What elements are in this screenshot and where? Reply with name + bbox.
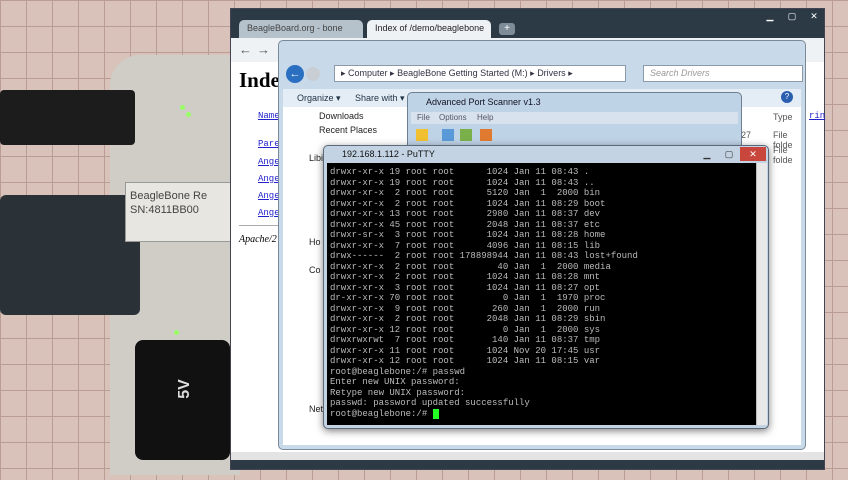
power-connector: 5V xyxy=(135,340,230,460)
back-icon[interactable]: ← xyxy=(286,65,304,83)
terminal-line: drwxr-sr-x 3 root root 1024 Jan 11 08:28… xyxy=(330,230,606,240)
terminal-line: dr-xr-xr-x 70 root root 0 Jan 1 1970 pro… xyxy=(330,293,606,303)
terminal-line: Retype new UNIX password: xyxy=(330,387,466,398)
terminal-line: drwxrwxrwt 7 root root 140 Jan 11 08:37 … xyxy=(330,335,601,345)
terminal-line: drwxr-xr-x 19 root root 1024 Jan 11 08:4… xyxy=(330,167,590,177)
terminal-line: drwxr-xr-x 2 root root 1024 Jan 11 08:28… xyxy=(330,272,601,282)
new-tab-button[interactable]: + xyxy=(499,23,515,35)
scanner-title: Advanced Port Scanner v1.3 xyxy=(426,97,541,107)
terminal-line: drwxr-xr-x 2 root root 40 Jan 1 2000 med… xyxy=(330,261,611,272)
terminal-line: drwxr-xr-x 2 root root 5120 Jan 1 2000 b… xyxy=(330,188,601,198)
terminal-line: drwxr-xr-x 45 root root 2048 Jan 11 08:3… xyxy=(330,219,601,230)
terminal-cursor xyxy=(432,408,439,419)
column-link[interactable]: rin xyxy=(809,111,825,121)
help-icon[interactable]: ? xyxy=(781,91,793,103)
usb-cable xyxy=(0,90,135,145)
name-column-link[interactable]: Name xyxy=(258,111,280,121)
vertical-scrollbar[interactable] xyxy=(756,163,767,425)
terminal-line: root@beaglebone:/# passwd xyxy=(330,366,466,377)
stop-icon[interactable] xyxy=(480,129,492,141)
terminal-prompt-line: root@beaglebone:/# xyxy=(330,408,753,420)
address-bar[interactable]: ▸ Computer ▸ BeagleBone Getting Started … xyxy=(334,65,626,82)
share-with-button[interactable]: Share with ▾ xyxy=(355,93,405,104)
led xyxy=(186,112,191,117)
maximize-button[interactable]: ▢ xyxy=(718,147,740,161)
nav-downloads[interactable]: Downloads xyxy=(319,111,364,121)
terminal-line: drwxr-xr-x 13 root root 2980 Jan 11 08:3… xyxy=(330,209,601,219)
type-column-header[interactable]: Type xyxy=(773,112,793,122)
maximize-button[interactable]: ▢ xyxy=(781,9,803,23)
serial-number: SN:4811BB00 xyxy=(130,204,199,216)
led xyxy=(174,330,179,335)
menu-file[interactable]: File xyxy=(417,113,430,122)
terminal-line: drwxr-xr-x 9 root root 260 Jan 1 2000 ru… xyxy=(330,303,601,314)
row-date: 27 xyxy=(741,130,752,140)
forward-icon[interactable] xyxy=(306,67,320,81)
back-icon[interactable]: ← xyxy=(239,42,252,57)
terminal-line: passwd: password updated successfully xyxy=(330,398,530,408)
menu-options[interactable]: Options xyxy=(439,113,467,122)
nav-libraries[interactable]: Libi xyxy=(309,153,323,163)
terminal-line: drwxr-xr-x 2 root root 1024 Jan 11 08:29… xyxy=(330,198,606,209)
scan-icon[interactable] xyxy=(460,129,472,141)
file-link[interactable]: Ange xyxy=(258,174,280,184)
led xyxy=(180,105,185,110)
close-button[interactable]: ✕ xyxy=(740,147,766,161)
tab-index[interactable]: Index of /demo/beaglebone xyxy=(367,20,491,38)
terminal-line: Enter new UNIX password: xyxy=(330,377,460,387)
breadcrumb-drive[interactable]: BeagleBone Getting Started (M:) xyxy=(397,68,528,78)
breadcrumb-drivers[interactable]: Drivers xyxy=(537,68,566,78)
terminal-line: drwxr-xr-x 11 root root 1024 Nov 20 17:4… xyxy=(330,345,601,356)
nav-network[interactable]: Net xyxy=(309,404,323,414)
file-link[interactable]: Ange xyxy=(258,208,280,218)
tab-beagleboard[interactable]: BeagleBoard.org - bone xyxy=(239,20,363,38)
putty-window: 192.168.1.112 - PuTTY ▁ ▢ ✕ drwxr-xr-x 1… xyxy=(323,145,769,429)
putty-title: 192.168.1.112 - PuTTY xyxy=(342,149,435,159)
ethernet-cable xyxy=(0,195,140,315)
nav-homegroup[interactable]: Ho xyxy=(309,237,321,247)
terminal-line: drwxr-xr-x 2 root root 2048 Jan 11 08:29… xyxy=(330,314,606,324)
terminal-line: drwx------ 2 root root 178898944 Jan 11 … xyxy=(330,251,638,261)
terminal-line: drwxr-xr-x 3 root root 1024 Jan 11 08:27… xyxy=(330,282,601,293)
forward-icon[interactable]: → xyxy=(257,42,270,57)
scan-icon[interactable] xyxy=(442,129,454,141)
terminal-line: drwxr-xr-x 7 root root 4096 Jan 11 08:15… xyxy=(330,240,601,251)
horizontal-scrollbar[interactable] xyxy=(231,452,824,460)
parent-link[interactable]: Pare xyxy=(258,139,280,149)
nav-computer[interactable]: Co xyxy=(309,265,321,275)
organize-button[interactable]: Organize ▾ xyxy=(297,93,341,104)
search-input[interactable]: Search Drivers xyxy=(643,65,803,82)
menu-help[interactable]: Help xyxy=(477,113,493,122)
row-type: File folde xyxy=(773,145,793,165)
server-footer: Apache/2 xyxy=(239,234,277,245)
close-button[interactable]: ✕ xyxy=(803,9,825,23)
nav-recent-places[interactable]: Recent Places xyxy=(319,125,377,135)
board-label-text: BeagleBone Re xyxy=(130,190,208,202)
minimize-button[interactable]: ▁ xyxy=(759,9,781,23)
board-label: BeagleBone Re SN:4811BB00 xyxy=(125,182,235,242)
divider xyxy=(239,225,279,226)
terminal-line: drwxr-xr-x 12 root root 0 Jan 1 2000 sys xyxy=(330,324,601,335)
file-link[interactable]: Ange xyxy=(258,157,280,167)
page-heading: Inde xyxy=(239,68,280,92)
breadcrumb-computer[interactable]: Computer xyxy=(348,68,388,78)
file-link[interactable]: Ange xyxy=(258,191,280,201)
power-label: 5V xyxy=(175,379,193,399)
minimize-button[interactable]: ▁ xyxy=(696,147,718,161)
port-scanner-window: Advanced Port Scanner v1.3 File Options … xyxy=(407,92,742,152)
terminal-line: drwxr-xr-x 12 root root 1024 Jan 11 08:1… xyxy=(330,356,601,366)
terminal[interactable]: drwxr-xr-x 19 root root 1024 Jan 11 08:4… xyxy=(327,163,756,425)
terminal-line: drwxr-xr-x 19 root root 1024 Jan 11 08:4… xyxy=(330,177,595,188)
terminal-prompt: root@beaglebone:/# xyxy=(330,408,433,419)
folder-icon[interactable] xyxy=(416,129,428,141)
